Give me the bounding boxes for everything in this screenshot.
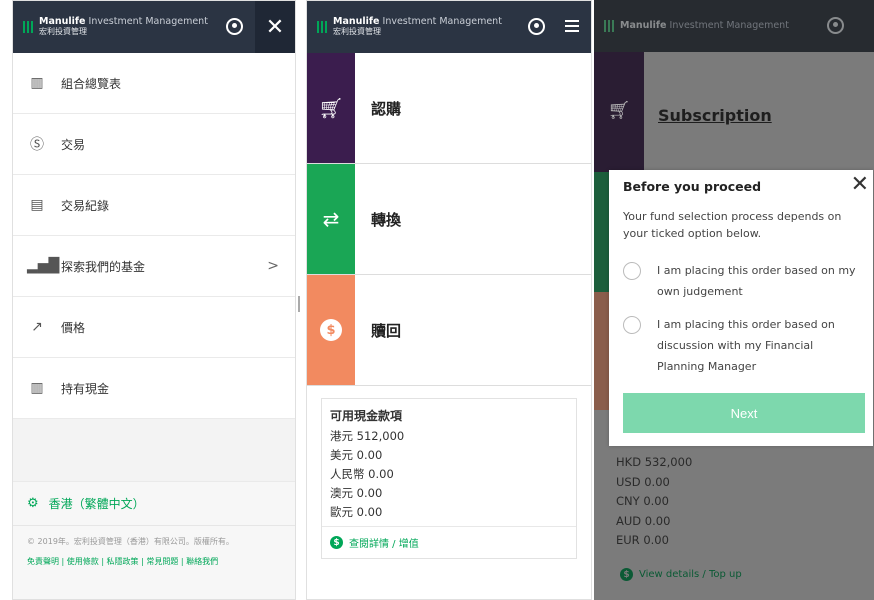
menu-item-label: 組合總覽表 <box>61 76 122 91</box>
bar-chart-icon: ▂▅█ <box>27 258 60 274</box>
close-icon[interactable]: ✕ <box>851 174 869 196</box>
switch-arrows-icon: ⇄ <box>307 164 355 274</box>
redemption-tile[interactable]: $ 贖回 <box>307 275 591 386</box>
cash-line: CNY 0.00 <box>616 494 669 508</box>
option-label: I am placing this order based on my own … <box>657 264 856 298</box>
tile-label: 認購 <box>371 99 402 118</box>
option-label: I am placing this order based on discuss… <box>657 318 835 373</box>
menu-spacer <box>13 419 295 481</box>
scrollbar[interactable] <box>298 296 300 312</box>
view-details-link[interactable]: $ 查閱詳情 / 增值 <box>322 526 576 558</box>
radio-button[interactable] <box>623 262 641 280</box>
dollar-circle-icon: Ⓢ <box>30 137 44 153</box>
option-own-judgement[interactable]: I am placing this order based on my own … <box>623 262 863 302</box>
footer: © 2019年。宏利投資管理（香港）有限公司。版權所有。 免責聲明 | 使用條款… <box>13 525 295 599</box>
user-icon[interactable] <box>528 18 545 35</box>
user-icon[interactable] <box>827 17 844 34</box>
brand-name-light: Investment Management <box>382 16 502 28</box>
cash-line: 人民幣 0.00 <box>330 467 394 481</box>
tile-label: 贖回 <box>371 321 402 340</box>
menu-item-label: 持有現金 <box>61 381 110 396</box>
cash-line: 歐元 0.00 <box>330 505 383 519</box>
cash-line: AUD 0.00 <box>616 513 671 528</box>
menu-item-history[interactable]: ▤ 交易紀錄 <box>13 175 295 236</box>
cash-line: USD 0.00 <box>616 474 670 489</box>
cash-summary: 可用現金款項 港元 512,000 美元 0.00 人民幣 0.00 澳元 0.… <box>321 398 577 559</box>
cash-line: 澳元 0.00 <box>330 486 383 500</box>
radio-button[interactable] <box>623 316 641 334</box>
cash-line: 美元 0.00 <box>330 448 383 462</box>
page-title[interactable]: Subscription <box>658 106 772 125</box>
menu-item-transaction[interactable]: Ⓢ 交易 <box>13 114 295 175</box>
menu-item-explore-funds[interactable]: ▂▅█ 探索我們的基金 > <box>13 236 295 297</box>
brand: Manulife Investment Management 宏利投資管理 <box>333 17 502 36</box>
footer-links[interactable]: 免責聲明 | 使用條款 | 私隱政策 | 常見問題 | 聯絡我們 <box>27 556 281 567</box>
cash-line: HKD 532,000 <box>616 455 693 469</box>
book-icon: ▥ <box>30 75 44 91</box>
menu-item-label: 價格 <box>61 320 86 335</box>
brand-logo-icon <box>604 20 614 32</box>
menu-item-label: 交易紀錄 <box>61 198 110 213</box>
tile-label: 轉換 <box>371 210 402 229</box>
record-icon: ▤ <box>30 197 44 213</box>
language-selector[interactable]: ⚙ 香港（繁體中文） <box>13 481 295 525</box>
header-bar: Manulife Investment Management 宏利投資管理 ✕ <box>13 1 295 53</box>
brand-logo-icon <box>23 21 33 33</box>
cart-icon: 🛒︎ <box>607 100 631 121</box>
dialog-title: Before you proceed <box>623 179 762 194</box>
brand: Manulife Investment Management <box>620 19 789 31</box>
dollar-circle-icon: $ <box>620 568 633 581</box>
brand-name-light: Investment Management <box>669 19 789 31</box>
brand-subtitle: 宏利投資管理 <box>39 26 87 36</box>
copyright-text: © 2019年。宏利投資管理（香港）有限公司。版權所有。 <box>27 537 234 546</box>
menu-item-label: 交易 <box>61 137 86 152</box>
menu-item-prices[interactable]: ↗ 價格 <box>13 297 295 358</box>
gear-icon: ⚙ <box>27 496 39 511</box>
cash-line: 港元 512,000 <box>330 429 405 443</box>
menu-item-portfolio[interactable]: ▥ 組合總覽表 <box>13 53 295 114</box>
brand-subtitle: 宏利投資管理 <box>333 26 381 36</box>
header-bar: Manulife Investment Management 宏利投資管理 <box>307 1 591 53</box>
brand-name-light: Investment Management <box>88 16 208 28</box>
menu-icon[interactable] <box>565 20 579 35</box>
cart-icon: 🛒︎ <box>307 53 355 163</box>
menu-item-label: 探索我們的基金 <box>61 259 146 274</box>
menu-item-cash[interactable]: ▥ 持有現金 <box>13 358 295 419</box>
header-bar: Manulife Investment Management <box>594 0 874 52</box>
next-button[interactable]: Next <box>623 393 865 433</box>
subscription-tile[interactable]: 🛒︎ 認購 <box>307 53 591 164</box>
cash-line: EUR 0.00 <box>616 533 669 547</box>
cash-title: 可用現金款項 <box>330 409 403 423</box>
view-details-link[interactable]: $ View details / Top up <box>620 568 742 581</box>
trend-icon: ↗ <box>31 319 43 335</box>
close-menu-button[interactable]: ✕ <box>255 1 295 53</box>
brand-logo-icon <box>317 21 327 33</box>
action-panel: Manulife Investment Management 宏利投資管理 🛒︎… <box>306 0 592 600</box>
brand-name: Manulife <box>333 16 380 28</box>
tile-strip: 🛒︎ <box>594 52 644 172</box>
chevron-right-icon: > <box>267 258 279 274</box>
link-label: 查閱詳情 / 增值 <box>349 539 419 550</box>
dollar-circle-icon: $ <box>307 275 355 385</box>
before-you-proceed-dialog: Before you proceed ✕ Your fund selection… <box>609 170 873 446</box>
side-menu-panel: Manulife Investment Management 宏利投資管理 ✕ … <box>12 0 296 600</box>
link-label: View details / Top up <box>639 569 742 580</box>
brand-name: Manulife <box>39 16 86 28</box>
cash-summary: HKD 532,000 USD 0.00 CNY 0.00 AUD 0.00 E… <box>616 453 692 551</box>
user-icon[interactable] <box>226 18 243 35</box>
brand-name: Manulife <box>620 19 667 31</box>
language-label: 香港（繁體中文） <box>48 497 145 511</box>
switch-tile[interactable]: ⇄ 轉換 <box>307 164 591 275</box>
book-icon: ▥ <box>30 380 44 396</box>
option-financial-manager[interactable]: I am placing this order based on discuss… <box>623 316 863 377</box>
dialog-description: Your fund selection process depends on y… <box>623 210 842 240</box>
brand: Manulife Investment Management 宏利投資管理 <box>39 17 208 36</box>
dollar-circle-icon: $ <box>330 536 343 549</box>
